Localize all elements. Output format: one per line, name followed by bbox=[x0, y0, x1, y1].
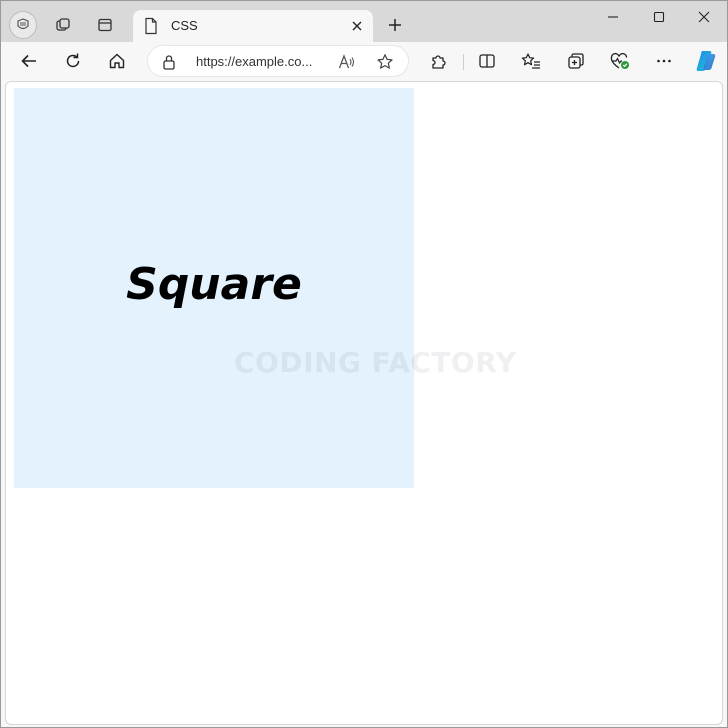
puzzle-icon bbox=[432, 55, 446, 69]
new-tab-button[interactable] bbox=[381, 11, 409, 39]
close-window-button[interactable] bbox=[681, 1, 727, 33]
tab-actions-button[interactable] bbox=[91, 11, 119, 39]
workspaces-icon bbox=[56, 18, 70, 31]
collections-button[interactable] bbox=[562, 47, 590, 75]
page-viewport: Square CODING FACTORY bbox=[5, 81, 723, 725]
square-label: Square bbox=[126, 258, 302, 310]
browser-essentials-button[interactable] bbox=[606, 47, 634, 75]
lock-icon[interactable] bbox=[162, 54, 176, 70]
read-aloud-icon[interactable] bbox=[336, 51, 358, 73]
split-screen-icon bbox=[479, 54, 495, 68]
square-box: Square bbox=[14, 88, 414, 488]
address-bar[interactable]: https://example.co... bbox=[147, 45, 409, 77]
navigation-toolbar: https://example.co... bbox=[1, 42, 727, 80]
tab-title: CSS bbox=[171, 18, 198, 33]
browser-window: CSS https://example.co... Square CODING … bbox=[0, 0, 728, 728]
workspaces-button[interactable] bbox=[49, 11, 77, 39]
close-icon bbox=[698, 11, 710, 23]
arrow-left-icon bbox=[21, 54, 36, 68]
back-button[interactable] bbox=[15, 47, 43, 75]
heart-pulse-icon bbox=[610, 52, 629, 69]
close-tab-icon[interactable] bbox=[347, 16, 367, 36]
copilot-icon bbox=[696, 51, 716, 71]
minimize-button[interactable] bbox=[590, 1, 636, 33]
more-options-button[interactable] bbox=[650, 47, 678, 75]
extensions-button[interactable] bbox=[425, 47, 453, 75]
maximize-icon bbox=[653, 11, 665, 23]
page-icon bbox=[143, 17, 159, 35]
collections-icon bbox=[568, 53, 584, 69]
home-icon bbox=[109, 53, 125, 69]
watermark: CODING FACTORY bbox=[234, 346, 517, 379]
toolbar-separator bbox=[463, 54, 464, 70]
plus-icon bbox=[389, 19, 401, 31]
minimize-icon bbox=[608, 16, 618, 18]
profile-avatar[interactable] bbox=[9, 11, 37, 39]
url-text[interactable]: https://example.co... bbox=[196, 54, 324, 69]
tab-strip: CSS bbox=[1, 1, 727, 42]
maximize-button[interactable] bbox=[636, 1, 682, 33]
refresh-icon bbox=[66, 53, 80, 68]
home-button[interactable] bbox=[103, 47, 131, 75]
tab-css[interactable]: CSS bbox=[133, 10, 373, 42]
profile-icon bbox=[17, 18, 29, 30]
favorites-button[interactable] bbox=[517, 47, 545, 75]
split-screen-button[interactable] bbox=[473, 47, 501, 75]
copilot-button[interactable] bbox=[692, 47, 720, 75]
vertical-tabs-icon bbox=[98, 18, 112, 32]
refresh-button[interactable] bbox=[59, 47, 87, 75]
favorites-list-icon bbox=[521, 53, 540, 69]
ellipsis-icon bbox=[657, 59, 671, 63]
star-icon[interactable] bbox=[374, 51, 396, 73]
